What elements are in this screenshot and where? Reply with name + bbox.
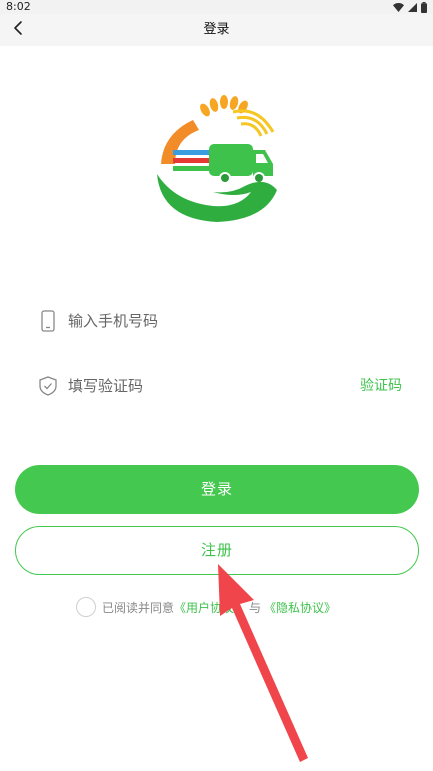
annotation-arrow-icon <box>210 560 320 765</box>
code-input[interactable] <box>68 377 338 395</box>
app-logo <box>153 94 283 229</box>
agree-checkbox[interactable] <box>76 597 96 617</box>
status-icons <box>393 1 427 13</box>
agreement-row: 已阅读并同意 《用户协议》 与 《隐私协议》 <box>76 595 336 619</box>
status-time: 8:02 <box>6 0 31 13</box>
phone-row <box>36 299 406 343</box>
agreement-and: 与 <box>249 600 262 615</box>
phone-icon <box>36 309 60 333</box>
privacy-policy-link[interactable]: 《隐私协议》 <box>264 599 336 616</box>
phone-input[interactable] <box>68 312 338 330</box>
register-button[interactable]: 注册 <box>15 526 419 575</box>
login-button[interactable]: 登录 <box>15 465 419 514</box>
get-code-button[interactable]: 验证码 <box>360 364 402 408</box>
wifi-icon <box>393 2 404 12</box>
user-agreement-link[interactable]: 《用户协议》 <box>174 599 246 616</box>
nav-bar: 登录 <box>0 14 433 46</box>
status-bar: 8:02 <box>0 0 433 14</box>
shield-check-icon <box>36 374 60 398</box>
signal-icon <box>408 2 417 12</box>
battery-icon <box>421 1 427 13</box>
agreement-prefix: 已阅读并同意 <box>102 600 175 615</box>
page-title: 登录 <box>203 22 230 37</box>
code-row: 验证码 <box>36 364 406 408</box>
